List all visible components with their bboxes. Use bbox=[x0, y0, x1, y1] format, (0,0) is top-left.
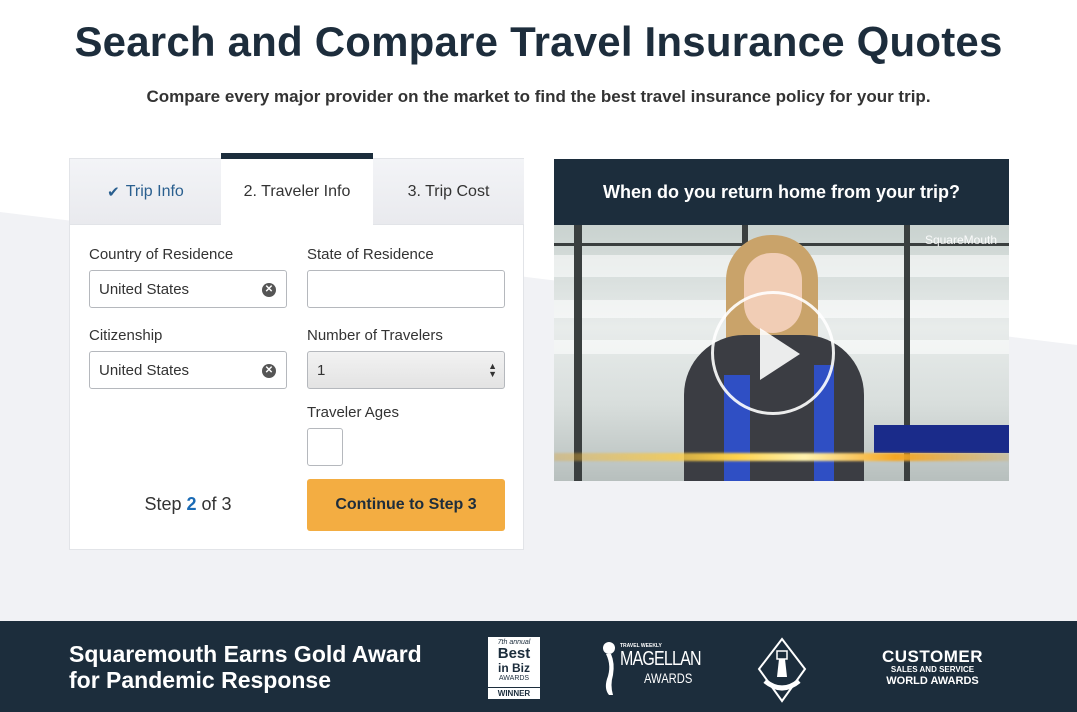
number-of-travelers-select[interactable]: 1 ▲ ▼ bbox=[307, 351, 505, 389]
badge-text: CUSTOMER bbox=[882, 647, 983, 666]
magellan-awards-badge: TRAVEL WEEKLY MAGELLAN AWARDS bbox=[600, 639, 702, 697]
stevies-badge bbox=[757, 637, 807, 703]
badge-text: Best bbox=[497, 645, 531, 662]
clear-icon[interactable]: ✕ bbox=[262, 283, 276, 297]
video-card: When do you return home from your trip? … bbox=[554, 159, 1009, 481]
badge-text: MAGELLAN bbox=[620, 648, 702, 670]
step-current: 2 bbox=[186, 494, 197, 514]
step-indicator: Step 2 of 3 bbox=[70, 494, 306, 515]
quote-form-card: ✔ Trip Info 2. Traveler Info 3. Trip Cos… bbox=[69, 153, 524, 550]
tab-trip-cost[interactable]: 3. Trip Cost bbox=[373, 159, 524, 225]
gold-flare bbox=[554, 453, 1009, 461]
play-icon[interactable] bbox=[711, 291, 835, 415]
checkmark-icon: ✔ bbox=[107, 183, 120, 201]
stevie-trophy-icon bbox=[757, 637, 807, 703]
citizenship-value: United States bbox=[99, 361, 190, 379]
badge-text: WINNER bbox=[488, 687, 540, 699]
country-of-residence-label: Country of Residence bbox=[89, 246, 234, 263]
trophy-icon bbox=[603, 642, 615, 695]
badge-text: WORLD AWARDS bbox=[886, 675, 979, 687]
badge-text: in Biz bbox=[498, 661, 530, 675]
badge-text: AWARDS bbox=[498, 675, 530, 682]
number-of-travelers-label: Number of Travelers bbox=[307, 327, 443, 344]
state-of-residence-field[interactable] bbox=[307, 270, 505, 308]
traveler-age-input[interactable] bbox=[307, 428, 343, 466]
video-header: When do you return home from your trip? bbox=[554, 159, 1009, 225]
tab-traveler-info[interactable]: 2. Traveler Info bbox=[221, 153, 373, 225]
squaremouth-watermark: SquareMouth bbox=[924, 233, 997, 247]
lower-third-bar bbox=[874, 425, 1009, 453]
select-arrows-icon: ▲ ▼ bbox=[488, 361, 497, 379]
tab-trip-info[interactable]: ✔ Trip Info bbox=[70, 159, 221, 225]
citizenship-label: Citizenship bbox=[89, 327, 163, 344]
step-prefix: Step bbox=[144, 494, 182, 514]
step-total: 3 bbox=[221, 494, 232, 514]
country-of-residence-field[interactable]: United States ✕ bbox=[89, 270, 287, 308]
step-tabs: ✔ Trip Info 2. Traveler Info 3. Trip Cos… bbox=[70, 153, 524, 225]
continue-button[interactable]: Continue to Step 3 bbox=[307, 479, 505, 531]
citizenship-field[interactable]: United States ✕ bbox=[89, 351, 287, 389]
play-triangle bbox=[760, 328, 800, 380]
number-of-travelers-value: 1 bbox=[317, 361, 326, 379]
country-of-residence-value: United States bbox=[99, 280, 190, 298]
badge-text: AWARDS bbox=[644, 670, 693, 686]
best-in-biz-badge: 7th annual Best in Biz AWARDS WINNER bbox=[488, 637, 540, 699]
tab-label: 3. Trip Cost bbox=[407, 182, 490, 200]
page-title: Search and Compare Travel Insurance Quot… bbox=[74, 18, 1003, 65]
badge-text: SALES AND SERVICE bbox=[890, 665, 975, 674]
traveler-ages-label: Traveler Ages bbox=[307, 404, 399, 421]
window-beam bbox=[574, 225, 582, 481]
customer-service-awards-badge: CUSTOMER SALES AND SERVICE WORLD AWARDS bbox=[870, 648, 995, 688]
video-player[interactable]: SquareMouth bbox=[554, 225, 1009, 481]
tab-label: Trip Info bbox=[125, 182, 184, 200]
state-of-residence-label: State of Residence bbox=[307, 246, 434, 263]
awards-banner: Squaremouth Earns Gold Award for Pandemi… bbox=[0, 621, 1077, 712]
clear-icon[interactable]: ✕ bbox=[262, 364, 276, 378]
tab-label: 2. Traveler Info bbox=[243, 183, 351, 200]
awards-title: Squaremouth Earns Gold Award for Pandemi… bbox=[69, 641, 422, 693]
step-of: of bbox=[201, 494, 217, 514]
page-subtitle: Compare every major provider on the mark… bbox=[146, 87, 931, 106]
